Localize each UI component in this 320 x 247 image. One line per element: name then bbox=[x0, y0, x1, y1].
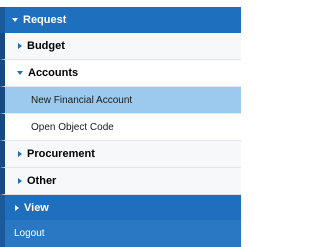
menu-item-label: Accounts bbox=[28, 67, 79, 79]
menu-item-accounts[interactable]: Accounts bbox=[0, 60, 241, 87]
menu-item-procurement[interactable]: Procurement bbox=[0, 141, 241, 168]
menu-item-label: Procurement bbox=[27, 148, 95, 160]
submenu-item-label: Open Object Code bbox=[31, 121, 114, 133]
chevron-down-icon bbox=[12, 18, 18, 22]
chevron-right-icon bbox=[18, 151, 22, 157]
submenu-item-label: New Financial Account bbox=[31, 94, 133, 106]
logout-link[interactable]: Logout bbox=[0, 220, 241, 247]
menu-header-label: Request bbox=[23, 14, 67, 26]
menu-header-request[interactable]: Request bbox=[0, 7, 241, 33]
logout-label: Logout bbox=[14, 228, 45, 239]
chevron-down-icon bbox=[17, 71, 23, 75]
chevron-right-icon bbox=[18, 178, 22, 184]
chevron-right-icon bbox=[15, 204, 19, 211]
submenu-item-open-object-code[interactable]: Open Object Code bbox=[0, 114, 241, 141]
menu-header-view[interactable]: View bbox=[0, 195, 241, 220]
submenu-item-new-financial-account[interactable]: New Financial Account bbox=[0, 87, 241, 114]
navigation-menu: Request Budget Accounts New Financial Ac… bbox=[0, 0, 241, 247]
menu-item-budget[interactable]: Budget bbox=[0, 33, 241, 60]
menu-item-other[interactable]: Other bbox=[0, 168, 241, 195]
menu-item-label: Other bbox=[27, 175, 57, 187]
chevron-right-icon bbox=[18, 43, 22, 49]
menu-item-label: Budget bbox=[27, 40, 65, 52]
menu-header-label: View bbox=[24, 201, 49, 214]
